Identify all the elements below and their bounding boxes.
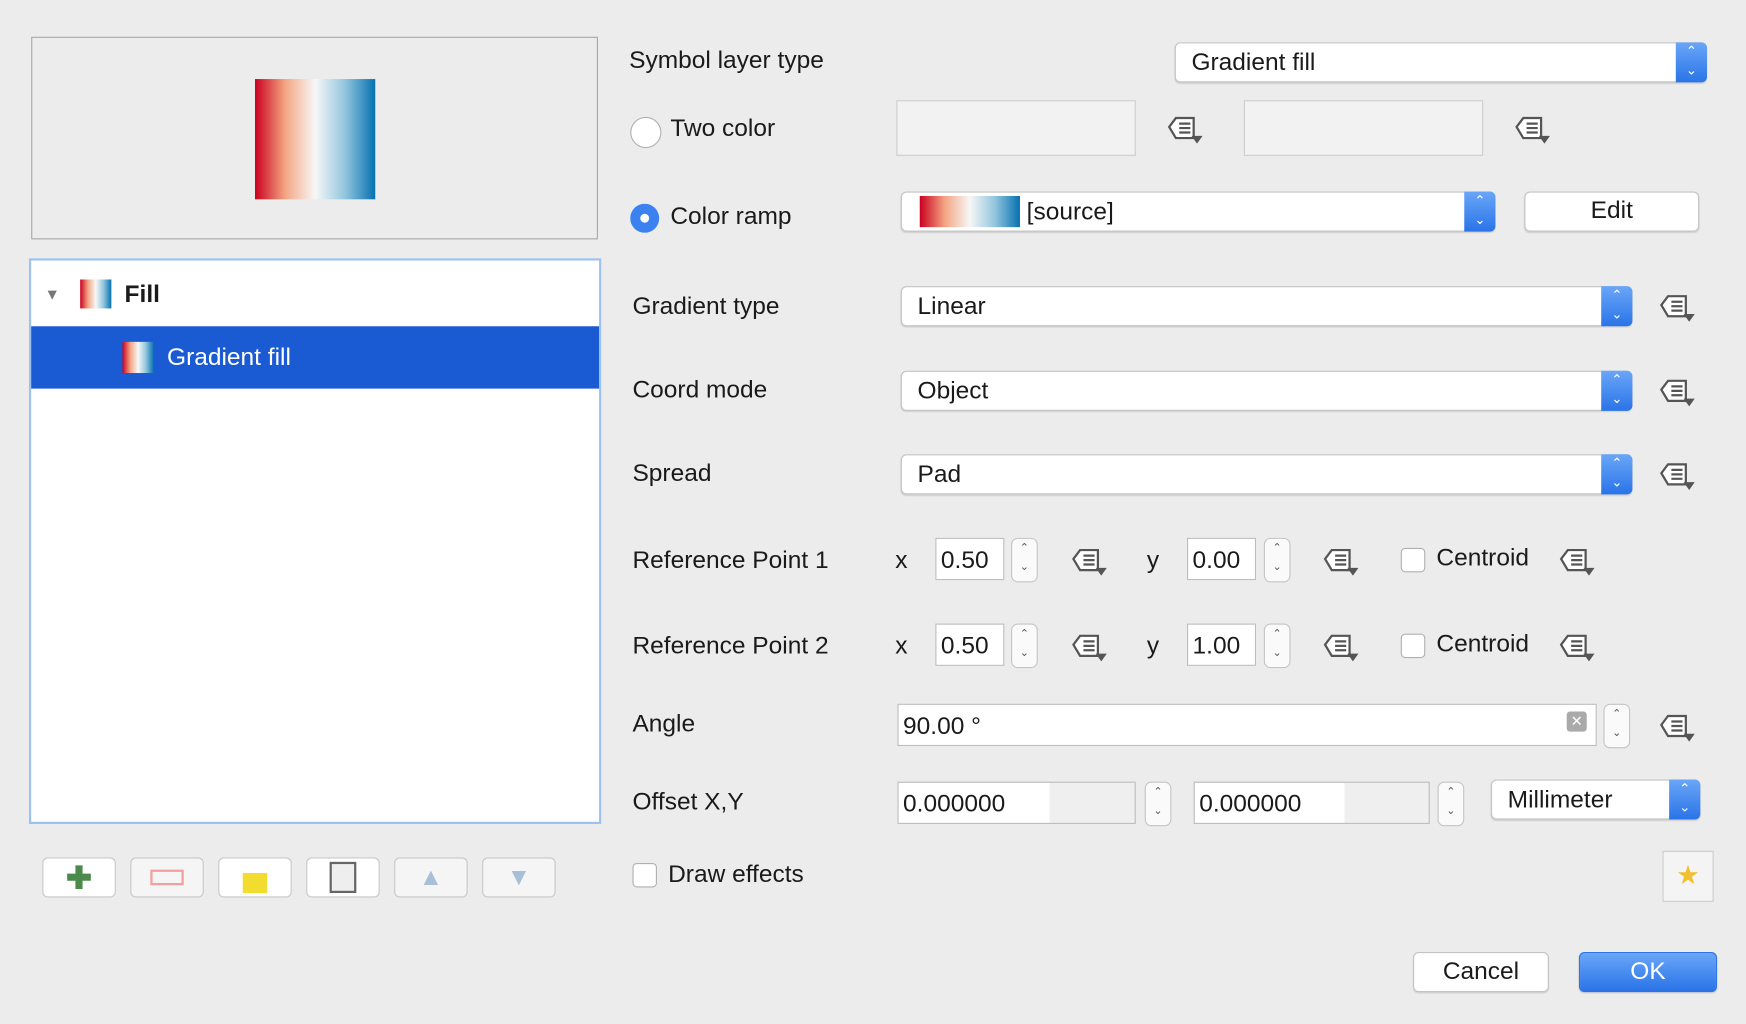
ref2-y-input[interactable]: 1.00	[1186, 623, 1257, 666]
select-value: Gradient fill	[1191, 47, 1316, 76]
data-defined-override-icon[interactable]	[1559, 543, 1595, 576]
ref-point1-label: Reference Point 1	[632, 545, 829, 574]
y-label: y	[1146, 545, 1160, 574]
lock-layer-button[interactable]	[218, 857, 292, 898]
two-color-label: Two color	[670, 113, 776, 142]
offset-unit-select[interactable]: Millimeter ⌃ ⌄	[1490, 779, 1701, 820]
angle-input[interactable]: 90.00 ° ✕	[897, 703, 1597, 747]
unlock-icon	[242, 872, 268, 894]
data-defined-override-icon[interactable]	[1071, 629, 1107, 662]
x-label: x	[895, 545, 908, 574]
clear-icon[interactable]: ✕	[1566, 711, 1587, 732]
select-value: [source]	[1026, 197, 1114, 225]
tree-item-fill[interactable]: ▼ Fill	[31, 263, 599, 325]
data-defined-override-icon[interactable]	[1071, 543, 1107, 576]
spread-select[interactable]: Pad ⌃ ⌄	[900, 454, 1633, 495]
gradient-type-select[interactable]: Linear ⌃ ⌄	[900, 286, 1633, 327]
color1-button[interactable]	[896, 100, 1136, 156]
ref2-centroid-checkbox[interactable]	[1400, 633, 1426, 659]
ref1-y-spinner[interactable]: ⌃ ⌄	[1263, 537, 1291, 583]
select-value: Pad	[917, 459, 962, 488]
updown-arrow-icon: ⌃ ⌄	[1601, 454, 1633, 495]
spread-label: Spread	[632, 458, 712, 487]
updown-arrow-icon: ⌃ ⌄	[1601, 286, 1633, 327]
triangle-down-icon: ▼	[506, 862, 532, 891]
data-defined-override-icon[interactable]	[1659, 458, 1695, 491]
coord-mode-label: Coord mode	[632, 375, 768, 404]
y-label: y	[1146, 631, 1160, 660]
symbol-preview	[31, 36, 598, 240]
ref2-y-spinner[interactable]: ⌃ ⌄	[1263, 623, 1291, 669]
minus-icon	[150, 869, 184, 886]
ref1-y-input[interactable]: 0.00	[1186, 537, 1257, 581]
updown-arrow-icon: ⌃ ⌄	[1464, 191, 1496, 232]
fill-swatch-icon	[80, 279, 112, 309]
duplicate-icon	[329, 861, 357, 894]
gradient-type-label: Gradient type	[632, 291, 780, 320]
offset-x-spinner[interactable]: ⌃ ⌄	[1144, 781, 1172, 827]
color2-button[interactable]	[1243, 100, 1484, 156]
updown-arrow-icon: ⌃ ⌄	[1601, 370, 1633, 411]
symbol-layer-type-label: Symbol layer type	[629, 45, 824, 74]
move-up-button[interactable]: ▲	[394, 857, 468, 898]
offset-x-input[interactable]: 0.000000	[897, 781, 1136, 824]
data-defined-override-icon[interactable]	[1167, 111, 1203, 144]
ramp-swatch	[919, 195, 1020, 228]
ref1-x-input[interactable]: 0.50	[935, 537, 1005, 581]
offset-y-spinner[interactable]: ⌃ ⌄	[1437, 781, 1465, 827]
remove-layer-button[interactable]	[130, 857, 204, 898]
symbol-layer-type-select[interactable]: Gradient fill ⌃ ⌄	[1174, 42, 1707, 83]
offset-label: Offset X,Y	[632, 787, 744, 816]
data-defined-override-icon[interactable]	[1659, 709, 1695, 742]
centroid-label: Centroid	[1436, 543, 1530, 572]
color-ramp-radio[interactable]	[630, 203, 660, 233]
star-icon: ★	[1676, 860, 1701, 891]
updown-arrow-icon: ⌃ ⌄	[1669, 779, 1701, 820]
data-defined-override-icon[interactable]	[1659, 374, 1695, 407]
preview-swatch	[254, 79, 376, 200]
data-defined-override-icon[interactable]	[1323, 629, 1359, 662]
angle-value: 90.00 °	[903, 711, 981, 740]
updown-arrow-icon: ⌃ ⌄	[1675, 42, 1707, 83]
data-defined-override-icon[interactable]	[1659, 290, 1695, 323]
add-layer-button[interactable]: ✚	[42, 857, 116, 898]
select-value: Millimeter	[1507, 785, 1613, 813]
tree-item-label: Gradient fill	[167, 342, 291, 371]
triangle-up-icon: ▲	[418, 862, 444, 891]
coord-mode-select[interactable]: Object ⌃ ⌄	[900, 370, 1633, 411]
offset-y-input[interactable]: 0.000000	[1193, 781, 1430, 824]
symbol-layer-tree[interactable]: ▼ Fill Gradient fill	[28, 258, 602, 824]
effects-star-button[interactable]: ★	[1662, 850, 1714, 902]
duplicate-layer-button[interactable]	[306, 857, 380, 898]
ref1-x-spinner[interactable]: ⌃ ⌄	[1011, 537, 1038, 583]
data-defined-override-icon[interactable]	[1323, 543, 1359, 576]
color-ramp-label: Color ramp	[670, 201, 792, 230]
collapse-arrow-icon[interactable]: ▼	[45, 285, 60, 303]
color-ramp-select[interactable]: [source] ⌃ ⌄	[900, 191, 1496, 232]
move-down-button[interactable]: ▼	[482, 857, 556, 898]
angle-spinner[interactable]: ⌃ ⌄	[1603, 703, 1631, 749]
draw-effects-label: Draw effects	[668, 859, 804, 888]
x-label: x	[895, 631, 908, 660]
centroid-label: Centroid	[1436, 629, 1530, 657]
cancel-button[interactable]: Cancel	[1413, 952, 1549, 993]
ref-point2-label: Reference Point 2	[632, 631, 829, 660]
ref2-x-spinner[interactable]: ⌃ ⌄	[1011, 623, 1038, 669]
select-value: Linear	[917, 291, 986, 320]
draw-effects-checkbox[interactable]	[632, 862, 657, 888]
data-defined-override-icon[interactable]	[1559, 629, 1595, 662]
two-color-radio[interactable]	[630, 116, 662, 149]
plus-icon: ✚	[65, 860, 93, 895]
tree-item-label: Fill	[124, 279, 160, 308]
tree-item-gradient-fill[interactable]: Gradient fill	[31, 326, 600, 389]
ok-button[interactable]: OK	[1578, 952, 1718, 993]
angle-label: Angle	[632, 709, 696, 738]
data-defined-override-icon[interactable]	[1514, 111, 1550, 144]
ref1-centroid-checkbox[interactable]	[1400, 547, 1426, 573]
ref2-x-input[interactable]: 0.50	[935, 623, 1005, 666]
edit-ramp-button[interactable]: Edit	[1524, 191, 1700, 232]
gradient-swatch-icon	[122, 341, 154, 374]
select-value: Object	[917, 376, 989, 405]
